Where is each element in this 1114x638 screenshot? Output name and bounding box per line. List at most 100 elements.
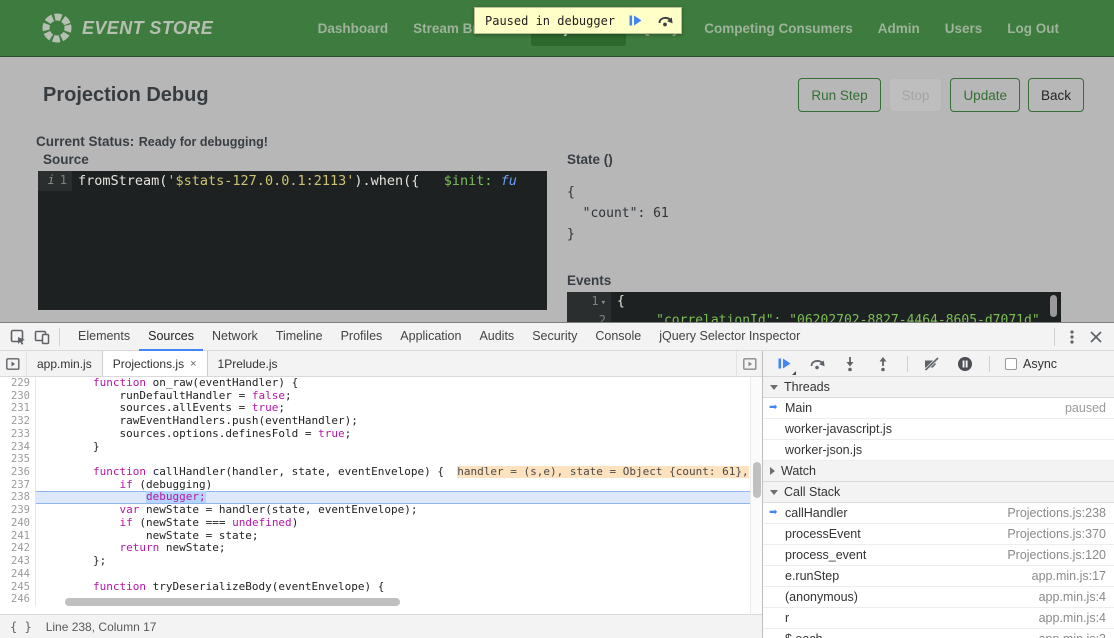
pretty-print-icon[interactable]: { }	[10, 620, 32, 634]
step-over-icon[interactable]	[655, 11, 675, 31]
toolbar-separator	[59, 328, 60, 346]
events-scrollbar-thumb[interactable]	[1050, 295, 1057, 317]
line-number-246[interactable]: 246	[0, 593, 36, 606]
line-number-233[interactable]: 233	[0, 428, 36, 441]
thread-row-main[interactable]: ➡Mainpaused	[763, 398, 1114, 419]
device-toolbar-icon[interactable]	[30, 326, 54, 348]
devtools-tab-application[interactable]: Application	[391, 323, 470, 351]
line-number-231[interactable]: 231	[0, 402, 36, 415]
devtools-tab-network[interactable]: Network	[203, 323, 267, 351]
devtools-code-editor[interactable]: 229 function on_raw(eventHandler) {230 r…	[0, 377, 750, 614]
line-number-245[interactable]: 245	[0, 581, 36, 594]
devtools-panel: ElementsSourcesNetworkTimelineProfilesAp…	[0, 322, 1114, 638]
devtools-tab-console[interactable]: Console	[586, 323, 650, 351]
code-line-230: 230 runDefaultHandler = false;	[0, 390, 750, 403]
step-over-button[interactable]	[808, 355, 826, 373]
file-tab-label: Projections.js	[113, 357, 184, 371]
file-tab-1prelude-js[interactable]: 1Prelude.js	[208, 351, 288, 376]
events-code-line: 1▾{	[567, 292, 1061, 311]
call-stack-section-header[interactable]: Call Stack	[763, 482, 1114, 503]
vertical-scrollbar-thumb[interactable]	[753, 462, 761, 498]
inspect-element-icon[interactable]	[6, 326, 30, 348]
line-number-232[interactable]: 232	[0, 415, 36, 428]
devtools-tab-timeline[interactable]: Timeline	[267, 323, 332, 351]
step-out-button[interactable]	[874, 355, 892, 373]
devtools-tab-profiles[interactable]: Profiles	[332, 323, 392, 351]
async-checkbox[interactable]	[1005, 358, 1017, 370]
nav-item-users[interactable]: Users	[934, 11, 994, 46]
stack-frame-processevent[interactable]: processEventProjections.js:370	[763, 524, 1114, 545]
stack-frame-callhandler[interactable]: ➡callHandlerProjections.js:238	[763, 503, 1114, 524]
frame-location: app.min.js:17	[1032, 569, 1106, 583]
nav-item-dashboard[interactable]: Dashboard	[307, 11, 400, 46]
nav-item-competing-consumers[interactable]: Competing Consumers	[693, 11, 864, 46]
line-number-242[interactable]: 242	[0, 542, 36, 555]
back-button[interactable]: Back	[1028, 78, 1084, 112]
deactivate-breakpoints-button[interactable]	[923, 355, 941, 373]
vertical-scrollbar[interactable]	[750, 377, 762, 614]
code-line-text: var newState = handler(state, eventEnvel…	[36, 504, 750, 517]
stack-frame-each[interactable]: $.eachapp.min.js:3	[763, 629, 1114, 638]
brand-text: EVENT STORE	[82, 18, 213, 39]
frame-location: app.min.js:4	[1039, 590, 1106, 604]
show-navigator-icon[interactable]	[0, 351, 27, 376]
line-number-229[interactable]: 229	[0, 377, 36, 390]
events-editor[interactable]: 1▾{2 "correlationId": "06202702-8827-446…	[567, 292, 1061, 322]
code-line-242: 242 return newState;	[0, 542, 750, 555]
code-line-text: return newState;	[36, 542, 750, 555]
update-button[interactable]: Update	[950, 78, 1020, 112]
run-step-button[interactable]: Run Step	[798, 78, 880, 112]
pause-on-exceptions-button[interactable]	[956, 355, 974, 373]
devtools-tab-security[interactable]: Security	[523, 323, 586, 351]
thread-row-worker-javascript-js[interactable]: worker-javascript.js	[763, 419, 1114, 440]
async-toggle[interactable]: Async	[1005, 357, 1057, 371]
devtools-tab-elements[interactable]: Elements	[69, 323, 139, 351]
file-tab-projections-js[interactable]: Projections.js ×	[102, 351, 208, 376]
devtools-tab-jquery-selector-inspector[interactable]: jQuery Selector Inspector	[650, 323, 809, 351]
line-number-244[interactable]: 244	[0, 568, 36, 581]
frame-location: Projections.js:238	[1007, 506, 1106, 520]
stack-frame-e-runstep[interactable]: e.runStepapp.min.js:17	[763, 566, 1114, 587]
line-number-243[interactable]: 243	[0, 555, 36, 568]
file-tab-app-min-js[interactable]: app.min.js	[27, 351, 102, 376]
call-stack-list: ➡callHandlerProjections.js:238processEve…	[763, 503, 1114, 638]
step-into-button[interactable]	[841, 355, 859, 373]
horizontal-scrollbar-thumb[interactable]	[65, 598, 400, 606]
line-number-236[interactable]: 236	[0, 466, 36, 479]
stop-button[interactable]: Stop	[889, 78, 943, 112]
state-json: { "count": 61 }	[567, 182, 669, 245]
line-number-230[interactable]: 230	[0, 390, 36, 403]
line-number-237[interactable]: 237	[0, 479, 36, 492]
stack-frame-anonymous[interactable]: (anonymous)app.min.js:4	[763, 587, 1114, 608]
devtools-menu-icon[interactable]	[1060, 326, 1084, 348]
events-lines: 1▾{2 "correlationId": "06202702-8827-446…	[567, 292, 1061, 322]
line-number-238[interactable]: 238	[0, 491, 36, 504]
devtools-tab-sources[interactable]: Sources	[139, 323, 203, 351]
nav-item-admin[interactable]: Admin	[867, 11, 931, 46]
resume-script-button[interactable]	[775, 355, 793, 373]
resume-script-icon[interactable]	[625, 11, 645, 31]
line-number-234[interactable]: 234	[0, 441, 36, 454]
watch-section-header[interactable]: Watch	[763, 461, 1114, 482]
more-tabs-icon[interactable]	[736, 351, 762, 376]
close-tab-icon[interactable]: ×	[190, 358, 196, 370]
thread-row-worker-json-js[interactable]: worker-json.js	[763, 440, 1114, 461]
code-line-text: };	[36, 555, 750, 568]
line-number-235[interactable]: 235	[0, 453, 36, 466]
stack-frame-r[interactable]: rapp.min.js:4	[763, 608, 1114, 629]
fold-caret-icon[interactable]: ▾	[601, 298, 606, 308]
source-code-editor[interactable]: i1 fromStream('$stats-127.0.0.1:2113').w…	[38, 171, 547, 310]
code-line-text: if (debugging)	[36, 479, 750, 492]
events-line-number[interactable]: 1▾	[567, 292, 611, 311]
line-number-240[interactable]: 240	[0, 517, 36, 530]
line-number-239[interactable]: 239	[0, 504, 36, 517]
events-line-number[interactable]: 2	[567, 311, 611, 322]
line-number-241[interactable]: 241	[0, 530, 36, 543]
event-store-ring-icon	[42, 13, 72, 43]
devtools-tab-audits[interactable]: Audits	[470, 323, 523, 351]
nav-item-log-out[interactable]: Log Out	[996, 11, 1070, 46]
stack-frame-process-event[interactable]: process_eventProjections.js:120	[763, 545, 1114, 566]
event-store-logo[interactable]: EVENT STORE	[42, 13, 213, 43]
threads-section-header[interactable]: Threads	[763, 377, 1114, 398]
devtools-close-icon[interactable]	[1084, 326, 1108, 348]
